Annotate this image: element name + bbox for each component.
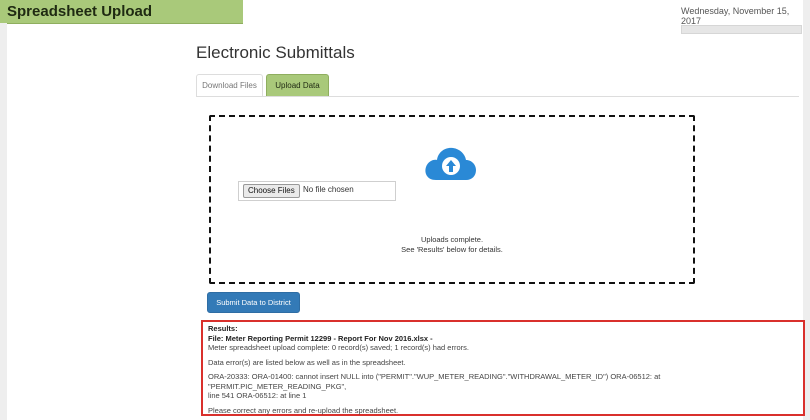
current-date: Wednesday, November 15, 2017 [681, 6, 790, 26]
upload-dropzone[interactable]: Choose Files No file chosen Uploads comp… [209, 115, 695, 284]
left-frame [0, 23, 7, 420]
app-title: Spreadsheet Upload [7, 3, 153, 20]
upload-status-message: Uploads complete. [420, 235, 484, 244]
results-summary: Meter spreadsheet upload complete: 0 rec… [208, 343, 469, 352]
tab-bar: Download Files Upload Data [196, 74, 799, 97]
tab-upload-data[interactable]: Upload Data [266, 74, 329, 96]
date-bar [681, 25, 802, 34]
tab-download-files[interactable]: Download Files [196, 74, 263, 96]
results-panel: Results: File: Meter Reporting Permit 12… [201, 320, 805, 416]
file-input[interactable]: Choose Files No file chosen [238, 181, 396, 201]
results-file-name: File: Meter Reporting Permit 12299 - Rep… [208, 333, 433, 343]
cloud-upload-icon [422, 142, 478, 184]
choose-files-button[interactable]: Choose Files [243, 184, 300, 198]
submit-data-button[interactable]: Submit Data to District [207, 292, 300, 313]
page-title: Electronic Submittals [196, 43, 355, 62]
results-heading: Results: [208, 324, 238, 333]
results-instruction: Please correct any errors and re-upload … [208, 405, 399, 415]
upload-results-hint: See 'Results' below for details. [401, 245, 503, 254]
results-errors-listed: Data error(s) are listed below as well a… [208, 357, 406, 367]
file-status: No file chosen [303, 185, 354, 194]
results-error-line-1: ORA-20333: ORA-01400: cannot insert NULL… [208, 372, 661, 391]
results-error-line-2: line 541 ORA-06512: at line 1 [208, 391, 307, 400]
app-title-bar: Spreadsheet Upload [0, 0, 243, 24]
